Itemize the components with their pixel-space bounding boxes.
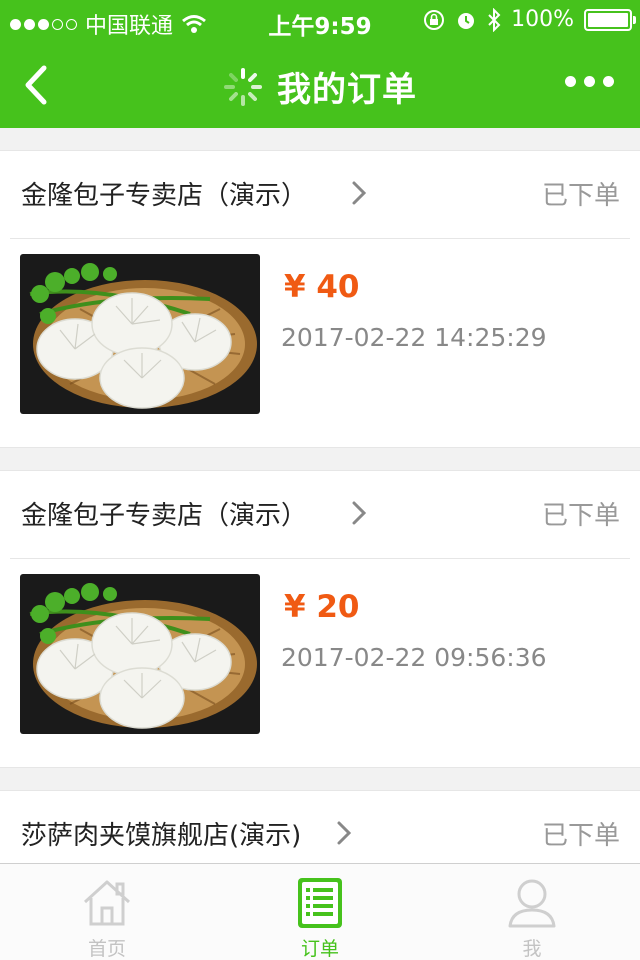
order-time: 2017-02-22 14:25:29	[281, 323, 547, 352]
order-list-icon	[298, 878, 342, 928]
order-card[interactable]: 金隆包子专卖店（演示） 已下单	[0, 470, 640, 768]
rotation-lock-icon	[424, 9, 445, 30]
loading-spinner-icon	[224, 67, 262, 106]
steamed-buns-photo	[20, 574, 260, 734]
steamed-buns-photo	[20, 254, 260, 414]
home-icon	[83, 880, 131, 926]
tab-home[interactable]: 首页	[47, 864, 167, 960]
order-status: 已下单	[541, 821, 620, 851]
tab-home-label: 首页	[87, 938, 126, 960]
tab-bar: 首页 订单 我	[0, 863, 640, 960]
tab-orders[interactable]: 订单	[260, 864, 380, 960]
bluetooth-icon	[488, 7, 501, 32]
order-time: 2017-02-22 09:56:36	[281, 643, 547, 672]
tab-me-label: 我	[522, 938, 542, 960]
order-header[interactable]: 金隆包子专卖店（演示） 已下单	[10, 151, 630, 239]
nav-bar: 我的订单	[0, 42, 640, 128]
order-card[interactable]: 金隆包子专卖店（演示） 已下单	[0, 150, 640, 448]
order-price: ¥ 20	[284, 589, 360, 625]
order-header[interactable]: 金隆包子专卖店（演示） 已下单	[10, 471, 630, 559]
order-list: 金隆包子专卖店（演示） 已下单 ¥ 40 2017-02-22 14:25:29…	[0, 128, 640, 863]
tab-me[interactable]: 我	[472, 864, 592, 960]
alarm-icon	[458, 12, 475, 29]
shop-name[interactable]: 金隆包子专卖店（演示）	[21, 495, 307, 532]
chevron-right-icon	[352, 181, 367, 205]
page-title: 我的订单	[277, 70, 417, 110]
order-card[interactable]: 莎萨肉夹馍旗舰店(演示) 已下单	[0, 790, 640, 863]
battery-icon	[584, 8, 636, 31]
chevron-right-icon	[352, 501, 367, 525]
order-header[interactable]: 莎萨肉夹馍旗舰店(演示) 已下单	[10, 791, 630, 863]
order-body[interactable]: ¥ 20 2017-02-22 09:56:36	[0, 559, 640, 767]
user-icon	[508, 879, 556, 928]
shop-name[interactable]: 莎萨肉夹馍旗舰店(演示)	[21, 815, 301, 852]
shop-name[interactable]: 金隆包子专卖店（演示）	[21, 175, 307, 212]
status-right: 100%	[423, 7, 636, 32]
nav-title-group: 我的订单	[0, 62, 640, 111]
chevron-right-icon	[337, 821, 352, 845]
tab-orders-label: 订单	[300, 938, 339, 960]
order-status: 已下单	[541, 501, 620, 531]
status-bar: 中国联通 上午9:59 100%	[0, 0, 640, 42]
order-body[interactable]: ¥ 40 2017-02-22 14:25:29	[0, 239, 640, 447]
order-price: ¥ 40	[284, 269, 360, 305]
more-icon[interactable]	[565, 76, 614, 87]
battery-percent: 100%	[511, 7, 574, 32]
order-status: 已下单	[541, 181, 620, 211]
